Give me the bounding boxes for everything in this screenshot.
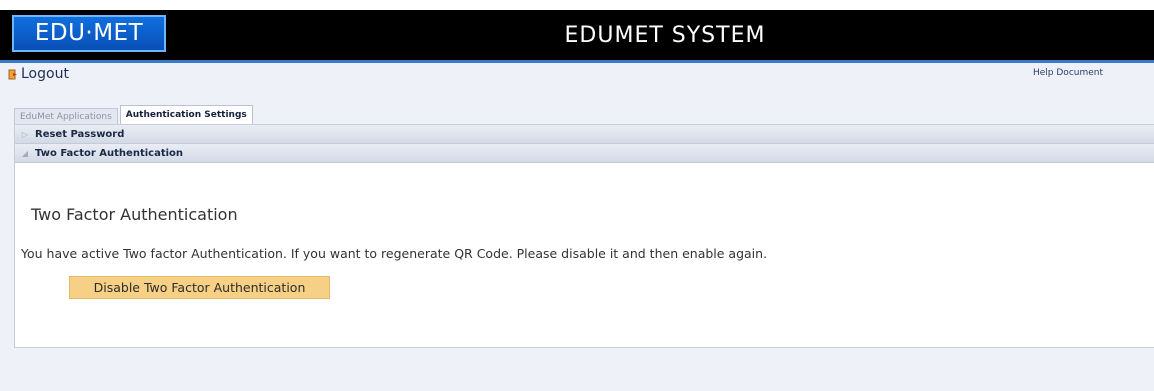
section-title: Two Factor Authentication: [31, 205, 238, 224]
accordion-label: Reset Password: [35, 128, 125, 140]
authentication-settings-panel: ▷ Reset Password ◢ Two Factor Authentica…: [14, 124, 1154, 348]
edumet-logo: EDU·MET: [12, 15, 166, 52]
app-title: EDUMET SYSTEM: [564, 23, 766, 48]
chevron-down-icon: ◢: [21, 148, 29, 158]
accordion-label: Two Factor Authentication: [35, 147, 184, 159]
disable-two-factor-button[interactable]: Disable Two Factor Authentication: [69, 276, 330, 299]
logout-icon: [8, 69, 18, 80]
accordion-reset-password[interactable]: ▷ Reset Password: [15, 125, 1154, 144]
logout-label: Logout: [21, 66, 69, 82]
logout-link[interactable]: Logout: [8, 64, 69, 84]
help-document-link[interactable]: Help Document: [1033, 68, 1103, 78]
accordion-two-factor-authentication[interactable]: ◢ Two Factor Authentication: [15, 144, 1154, 163]
tab-authentication-settings[interactable]: Authentication Settings: [119, 105, 253, 125]
tab-edumet-applications[interactable]: EduMet Applications: [14, 108, 118, 125]
tab-bar: EduMet Applications Authentication Setti…: [14, 104, 253, 125]
status-message: You have active Two factor Authenticatio…: [21, 246, 768, 261]
chevron-right-icon: ▷: [21, 129, 29, 139]
